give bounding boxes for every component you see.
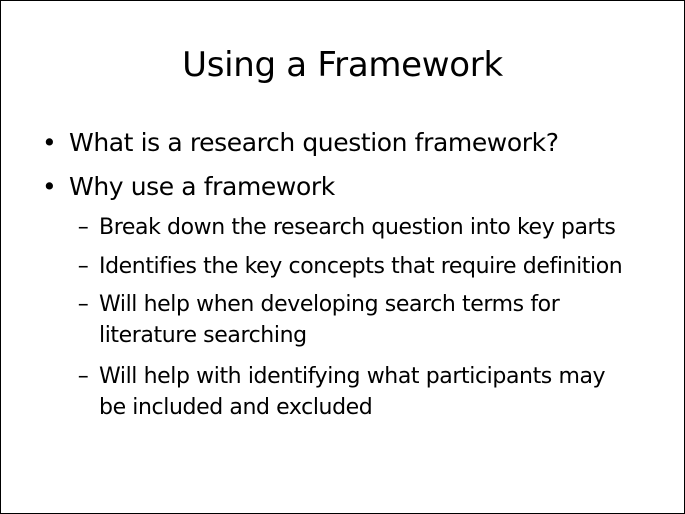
sub-bullet-line: literature searching [99,323,307,348]
bullet-text: Why use a framework [69,172,335,201]
sub-bullet-marker: – [77,215,89,240]
sub-bullet-line: Identifies the key concepts that require… [99,254,623,279]
sub-bullet-line: Will help when developing search terms f… [99,292,560,317]
sub-bullet-marker: – [77,254,89,279]
bullet-marker: • [42,172,57,201]
sub-bullet-text: Break down the research question into ke… [99,212,669,243]
bullet-text: What is a research question framework? [69,128,559,157]
sub-bullet-text: Identifies the key concepts that require… [99,251,669,282]
bullet-marker: • [42,128,57,157]
sub-bullet-marker: – [77,292,89,317]
slide: Using a Framework • What is a research q… [0,0,685,514]
sub-bullet-marker: – [77,364,89,389]
sub-bullet-line: be included and excluded [99,395,373,420]
sub-bullet-text: Will help with identifying what particip… [99,361,669,423]
slide-title: Using a Framework [182,45,503,85]
sub-bullet-line: Will help with identifying what particip… [99,364,606,389]
sub-bullet-text: Will help when developing search terms f… [99,289,669,351]
sub-bullet-line: Break down the research question into ke… [99,215,616,240]
